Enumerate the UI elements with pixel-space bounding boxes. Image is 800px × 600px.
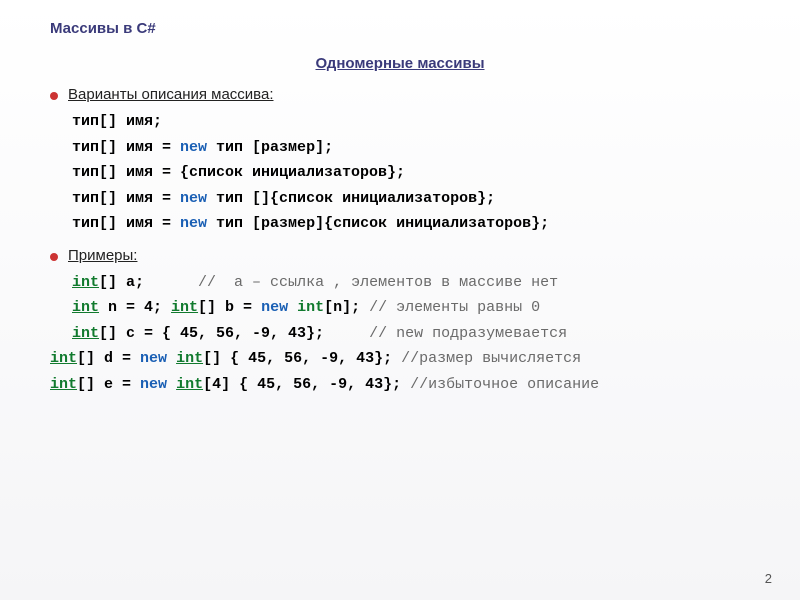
code-line: тип[] имя = new тип [размер]; [72,135,750,161]
code-text: [] a; [99,274,198,291]
code-line: int[] c = { 45, 56, -9, 43}; // new подр… [72,321,750,347]
code-text: [] e = [77,376,140,393]
code-text: [n]; [324,299,369,316]
code-text: [] c = { 45, 56, -9, 43}; [99,325,369,342]
keyword-int: int [50,350,77,367]
code-text: n = 4; [99,299,171,316]
keyword-new: new [261,299,288,316]
keyword-int: int [72,299,99,316]
variants-bullet: Варианты описания массива: [50,86,750,103]
comment: // элементы равны 0 [369,299,540,316]
slide-title: Массивы в C# [50,20,750,37]
comment: //избыточное описание [410,376,599,393]
code-line: тип[] имя = new тип [размер]{список иниц… [72,211,750,237]
code-line: тип[] имя; [72,109,750,135]
examples-code: int[] a; // a – ссылка , элементов в мас… [72,270,750,398]
keyword-new: new [180,139,207,156]
variants-heading: Варианты описания массива: [68,86,274,103]
code-line: тип[] имя = {список инициализаторов}; [72,160,750,186]
code-text: тип[] имя = [72,190,180,207]
keyword-int: int [72,325,99,342]
code-text: тип[] имя; [72,113,162,130]
keyword-int: int [297,299,324,316]
comment: // a – ссылка , элементов в массиве нет [198,274,558,291]
code-line: int[] e = new int[4] { 45, 56, -9, 43}; … [50,372,750,398]
code-text: [] d = [77,350,140,367]
keyword-new: new [180,190,207,207]
code-text [167,376,176,393]
examples-bullet: Примеры: [50,247,750,264]
keyword-int: int [72,274,99,291]
code-text: тип []{список инициализаторов}; [207,190,495,207]
code-text: тип [размер]; [207,139,333,156]
code-text: тип[] имя = [72,139,180,156]
bullet-icon [50,253,58,261]
code-text: [] b = [198,299,261,316]
section-title: Одномерные массивы [50,55,750,72]
code-text [167,350,176,367]
code-line: int n = 4; int[] b = new int[n]; // элем… [72,295,750,321]
keyword-new: new [140,376,167,393]
code-text: тип[] имя = {список инициализаторов}; [72,164,405,181]
page-number: 2 [765,571,772,586]
comment: //размер вычисляется [401,350,581,367]
keyword-new: new [180,215,207,232]
keyword-int: int [176,376,203,393]
variants-code: тип[] имя; тип[] имя = new тип [размер];… [72,109,750,237]
keyword-int: int [176,350,203,367]
code-text: [4] { 45, 56, -9, 43}; [203,376,410,393]
code-line: тип[] имя = new тип []{список инициализа… [72,186,750,212]
bullet-icon [50,92,58,100]
code-line: int[] d = new int[] { 45, 56, -9, 43}; /… [50,346,750,372]
keyword-int: int [50,376,77,393]
comment: // new подразумевается [369,325,567,342]
keyword-new: new [140,350,167,367]
code-text: тип[] имя = [72,215,180,232]
keyword-int: int [171,299,198,316]
code-text: тип [размер]{список инициализаторов}; [207,215,549,232]
examples-heading: Примеры: [68,247,137,264]
code-line: int[] a; // a – ссылка , элементов в мас… [72,270,750,296]
slide: Массивы в C# Одномерные массивы Варианты… [0,0,800,600]
code-text: [] { 45, 56, -9, 43}; [203,350,401,367]
code-text [288,299,297,316]
